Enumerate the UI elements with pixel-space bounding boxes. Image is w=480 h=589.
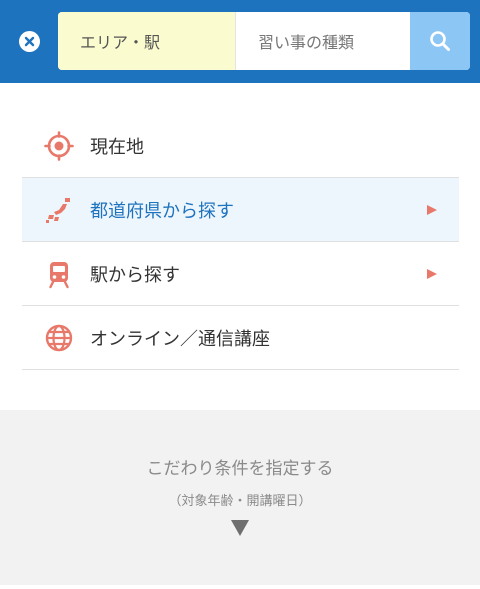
train-icon — [44, 259, 74, 289]
menu-item-label: 駅から探す — [90, 264, 180, 286]
location-target-icon — [44, 130, 74, 161]
japan-map-icon — [44, 195, 74, 225]
filter-toggle[interactable]: こだわり条件を指定する （対象年齢・開講曜日） — [0, 410, 480, 585]
location-menu: 現在地 都道府県から探す 駅から探す オンライン／通信講座 — [22, 114, 459, 370]
menu-item-label: 都道府県から探す — [90, 200, 234, 222]
area-station-placeholder: エリア・駅 — [80, 33, 161, 52]
search-bar: エリア・駅 習い事の種類 — [58, 12, 470, 70]
header-bar: エリア・駅 習い事の種類 — [0, 0, 480, 83]
filter-title: こだわり条件を指定する — [146, 459, 334, 479]
filter-subtitle: （対象年齢・開講曜日） — [168, 494, 312, 509]
globe-icon — [44, 323, 74, 353]
menu-item-station[interactable]: 駅から探す — [22, 242, 459, 306]
arrow-right-icon — [427, 268, 437, 279]
search-button[interactable] — [410, 12, 470, 70]
lesson-type-input[interactable]: 習い事の種類 — [235, 12, 410, 70]
close-icon — [24, 36, 35, 47]
menu-item-online[interactable]: オンライン／通信講座 — [22, 306, 459, 370]
search-icon — [430, 31, 450, 51]
menu-item-label: 現在地 — [90, 136, 144, 158]
lesson-type-placeholder: 習い事の種類 — [258, 33, 355, 52]
expand-down-icon — [231, 520, 249, 536]
close-button[interactable] — [19, 31, 40, 52]
arrow-right-icon — [427, 204, 437, 215]
menu-item-current-location[interactable]: 現在地 — [22, 114, 459, 178]
area-station-input[interactable]: エリア・駅 — [58, 12, 235, 70]
menu-item-prefecture[interactable]: 都道府県から探す — [22, 178, 459, 242]
menu-item-label: オンライン／通信講座 — [90, 328, 270, 350]
